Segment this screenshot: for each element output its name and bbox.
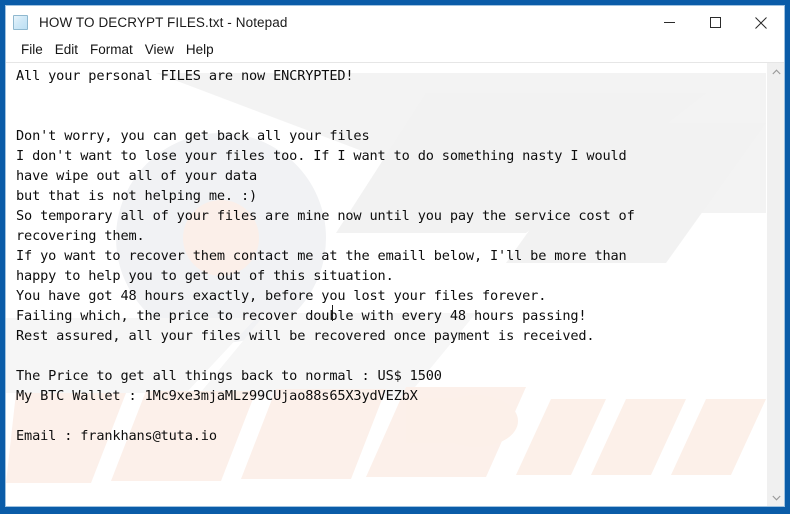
menu-item-view[interactable]: View: [139, 40, 180, 60]
close-button[interactable]: [738, 6, 784, 39]
window-controls: [646, 6, 784, 39]
vertical-scrollbar[interactable]: [767, 63, 784, 506]
maximize-icon: [709, 17, 721, 28]
text-editor[interactable]: All your personal FILES are now ENCRYPTE…: [6, 63, 767, 506]
window-title: HOW TO DECRYPT FILES.txt - Notepad: [39, 15, 288, 30]
scroll-down-button[interactable]: [768, 489, 785, 506]
chevron-up-icon: [771, 68, 781, 74]
scrollbar-thumb[interactable]: [768, 80, 784, 489]
menu-item-help[interactable]: Help: [180, 40, 220, 60]
notepad-icon: [13, 14, 30, 32]
menu-item-format[interactable]: Format: [84, 40, 139, 60]
menu-item-file[interactable]: File: [15, 40, 49, 60]
minimize-icon: [663, 22, 675, 23]
menu-bar: File Edit Format View Help: [6, 39, 784, 62]
title-bar[interactable]: HOW TO DECRYPT FILES.txt - Notepad: [6, 6, 784, 39]
minimize-button[interactable]: [646, 6, 692, 39]
maximize-button[interactable]: [692, 6, 738, 39]
ransom-note-text: All your personal FILES are now ENCRYPTE…: [16, 68, 635, 444]
notepad-window: HOW TO DECRYPT FILES.txt - Notepad File …: [0, 0, 790, 514]
close-icon: [755, 16, 767, 29]
editor-area: All your personal FILES are now ENCRYPTE…: [6, 62, 784, 506]
window-client-area: HOW TO DECRYPT FILES.txt - Notepad File …: [5, 5, 785, 507]
chevron-down-icon: [771, 495, 781, 501]
scroll-up-button[interactable]: [768, 63, 785, 80]
text-caret: [332, 305, 333, 321]
menu-item-edit[interactable]: Edit: [49, 40, 84, 60]
